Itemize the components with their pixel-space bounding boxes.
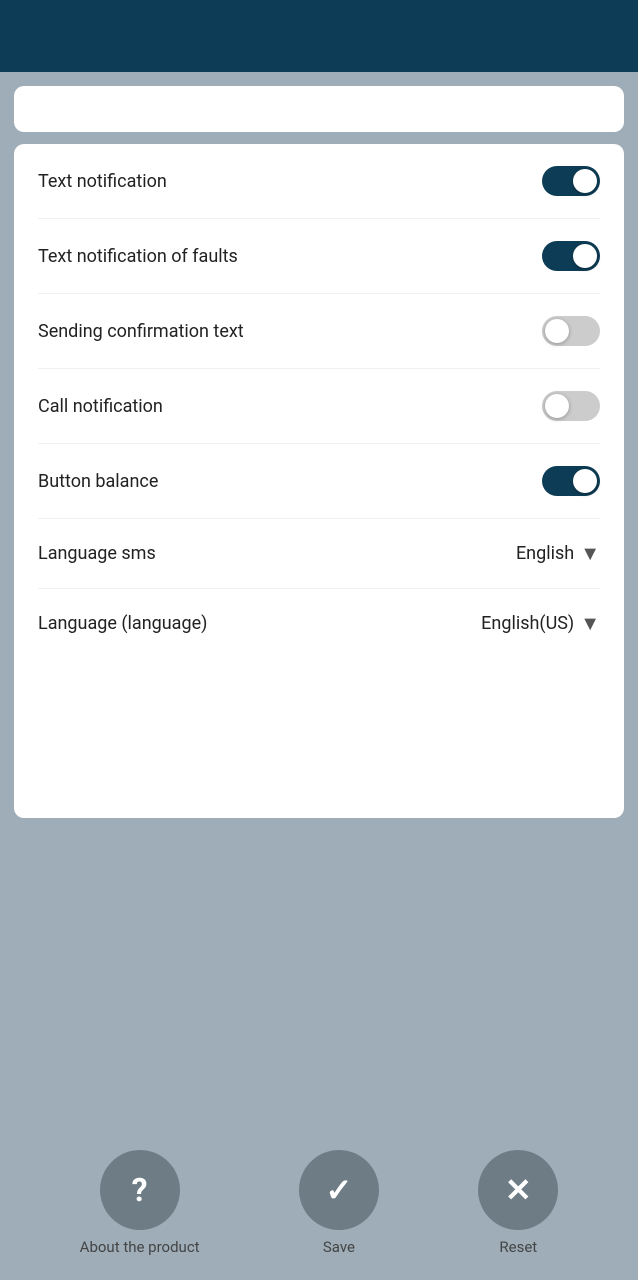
setting-label-language-language: Language (language) <box>38 613 207 634</box>
dropdown-language-language[interactable]: English(US) ▼ <box>481 611 600 636</box>
setting-row-call-notification: Call notification <box>38 369 600 444</box>
toggle-call-notification[interactable] <box>542 391 600 421</box>
bottom-circle-about: ? <box>100 1150 180 1230</box>
toggle-sending-confirmation-text[interactable] <box>542 316 600 346</box>
chevron-down-icon: ▼ <box>580 541 600 566</box>
dropdown-value-language-language: English(US) <box>481 613 574 634</box>
setting-label-language-sms: Language sms <box>38 543 156 564</box>
checkmark-icon: ✓ <box>326 1174 353 1206</box>
toggle-thumb-button-balance <box>573 469 597 493</box>
product-card <box>14 86 624 132</box>
toggle-text-notification[interactable] <box>542 166 600 196</box>
setting-row-text-notification: Text notification <box>38 144 600 219</box>
bottom-bar: ? About the product ✓ Save ✕ Reset <box>0 1130 638 1280</box>
bottom-label-save: Save <box>323 1238 355 1256</box>
setting-label-text-notification: Text notification <box>38 171 167 192</box>
bottom-button-save[interactable]: ✓ Save <box>299 1150 379 1256</box>
product-header <box>14 86 624 132</box>
bottom-circle-save: ✓ <box>299 1150 379 1230</box>
toggle-button-balance[interactable] <box>542 466 600 496</box>
bottom-button-about[interactable]: ? About the product <box>80 1150 200 1256</box>
setting-label-text-notification-faults: Text notification of faults <box>38 246 238 267</box>
toggle-thumb-text-notification-faults <box>573 244 597 268</box>
toggle-thumb-text-notification <box>573 169 597 193</box>
setting-row-sending-confirmation-text: Sending confirmation text <box>38 294 600 369</box>
toggle-thumb-call-notification <box>545 394 569 418</box>
setting-label-call-notification: Call notification <box>38 396 163 417</box>
setting-label-sending-confirmation-text: Sending confirmation text <box>38 321 244 342</box>
header <box>0 0 638 72</box>
bottom-circle-reset: ✕ <box>478 1150 558 1230</box>
dropdown-language-sms[interactable]: English ▼ <box>516 541 600 566</box>
bottom-label-about: About the product <box>80 1238 200 1256</box>
setting-row-language-language: Language (language) English(US) ▼ <box>38 589 600 658</box>
settings-card: Text notification Text notification of fa… <box>14 144 624 818</box>
toggle-thumb-sending-confirmation-text <box>545 319 569 343</box>
chevron-down-icon: ▼ <box>580 611 600 636</box>
question-icon: ? <box>132 1174 148 1206</box>
bottom-button-reset[interactable]: ✕ Reset <box>478 1150 558 1256</box>
dropdown-value-language-sms: English <box>516 543 574 564</box>
setting-row-text-notification-faults: Text notification of faults <box>38 219 600 294</box>
setting-row-button-balance: Button balance <box>38 444 600 519</box>
bottom-label-reset: Reset <box>499 1238 537 1256</box>
toggle-text-notification-faults[interactable] <box>542 241 600 271</box>
setting-row-language-sms: Language sms English ▼ <box>38 519 600 589</box>
close-icon: ✕ <box>505 1174 532 1206</box>
setting-label-button-balance: Button balance <box>38 471 158 492</box>
main-area: Text notification Text notification of fa… <box>0 72 638 1130</box>
